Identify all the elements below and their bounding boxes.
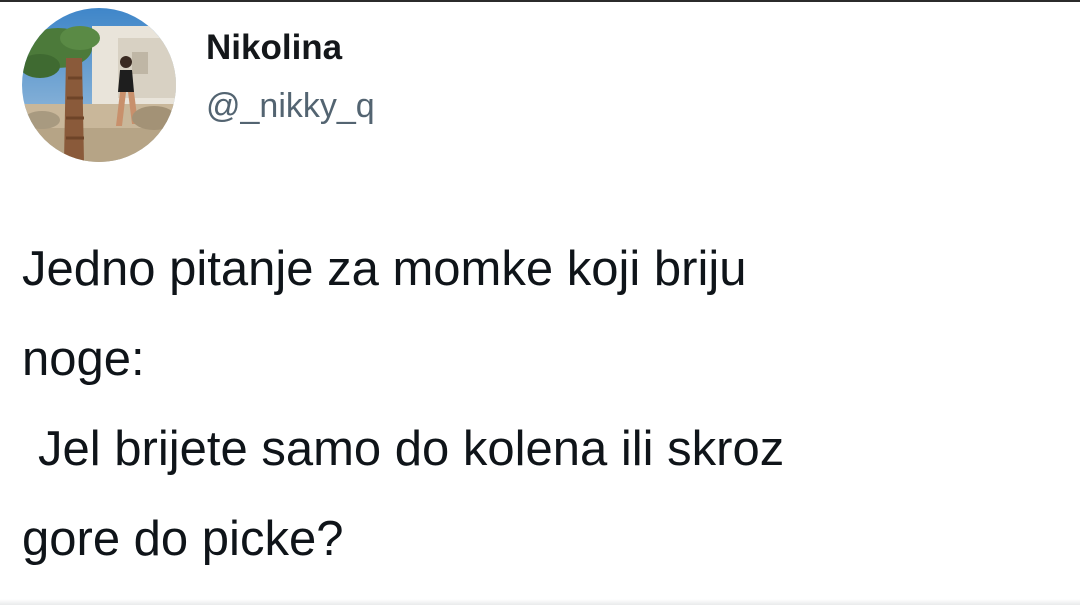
display-name[interactable]: Nikolina xyxy=(206,27,375,69)
user-handle[interactable]: @_nikky_q xyxy=(206,85,375,127)
tweet-card: Nikolina @_nikky_q Jedno pitanje za momk… xyxy=(0,0,1080,605)
bottom-divider xyxy=(0,599,1080,605)
profile-photo-icon xyxy=(22,8,176,162)
tweet-text-line: gore do picke? xyxy=(22,512,344,566)
tweet-text-line: Jel brijete samo do kolena ili skroz xyxy=(38,422,785,476)
tweet-text-line: noge: xyxy=(22,332,145,386)
tweet-text-line: Jedno pitanje za momke koji briju xyxy=(22,242,747,296)
tweet-header: Nikolina @_nikky_q xyxy=(22,8,375,162)
tweet-text: Jedno pitanje za momke koji briju noge: … xyxy=(22,224,1072,584)
avatar[interactable] xyxy=(22,8,176,162)
author-names: Nikolina @_nikky_q xyxy=(206,27,375,127)
